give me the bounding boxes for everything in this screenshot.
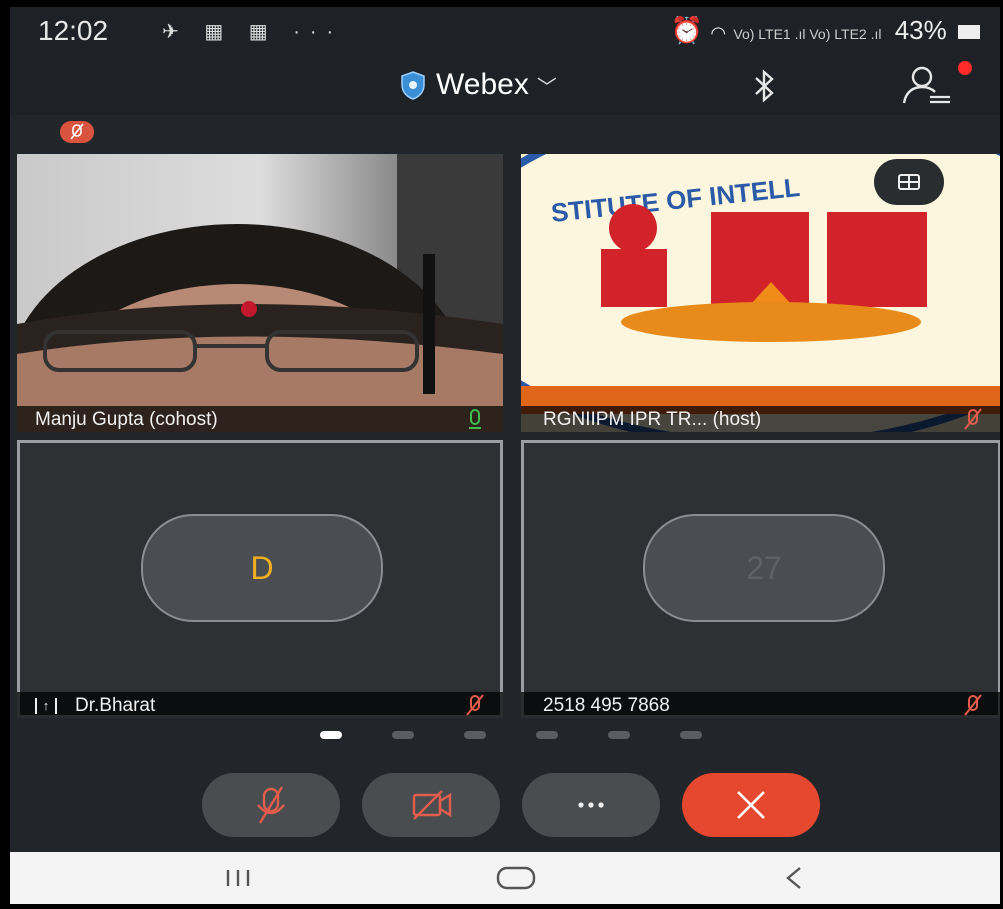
close-icon	[737, 791, 765, 819]
participant-name: Dr.Bharat	[75, 695, 156, 716]
page-dot[interactable]	[608, 731, 630, 739]
avatar-initial: 27	[746, 550, 782, 586]
mic-on-icon	[469, 409, 481, 429]
battery-level: 43%	[894, 15, 947, 45]
mute-button[interactable]	[202, 773, 340, 837]
mic-muted-icon	[964, 408, 982, 430]
video-off-icon	[412, 790, 452, 820]
mic-muted-icon	[257, 786, 285, 824]
avatar: D	[141, 514, 383, 622]
page-dot[interactable]	[680, 731, 702, 739]
page-dot[interactable]	[536, 731, 558, 739]
participant-namebar: ↑ Dr.Bharat	[17, 692, 503, 718]
page-indicator[interactable]	[320, 731, 702, 739]
avatar: 27	[643, 514, 885, 622]
more-options-button[interactable]	[522, 773, 660, 837]
bluetooth-icon[interactable]	[748, 69, 780, 103]
participant-namebar: 2518 495 7868	[521, 692, 1000, 718]
status-bar: 12:02 ✈ ▦ ▦ ··· ⏰ ◠ Vo) LTE1 .ıl Vo) LTE…	[10, 7, 1000, 55]
layout-toggle-button[interactable]	[874, 159, 944, 205]
mic-muted-icon	[466, 694, 484, 716]
participant-video	[17, 154, 503, 432]
participant-name: Manju Gupta (cohost)	[35, 409, 218, 430]
mic-muted-icon	[964, 694, 982, 716]
share-icon: ↑	[35, 697, 57, 714]
muted-indicator	[60, 121, 94, 143]
webex-meeting-screen: 12:02 ✈ ▦ ▦ ··· ⏰ ◠ Vo) LTE1 .ıl Vo) LTE…	[10, 7, 1000, 904]
network-indicator: Vo) LTE1 .ıl Vo) LTE2 .ıl	[733, 26, 882, 42]
end-call-button[interactable]	[682, 773, 820, 837]
participant-tile-rgniipm[interactable]: STITUTE OF INTELL RGNIIPM IPR TR... (hos…	[521, 154, 1000, 432]
notification-icons: ✈ ▦ ▦ ···	[162, 21, 344, 43]
participant-name-with-share: ↑ Dr.Bharat	[35, 695, 155, 717]
app-name: Webex	[436, 68, 529, 101]
grid-icon	[898, 174, 920, 190]
avatar-initial: D	[250, 550, 274, 586]
page-dot[interactable]	[320, 731, 342, 739]
participant-tile-dr-bharat[interactable]: D ↑ Dr.Bharat	[17, 440, 503, 718]
alarm-icon: ⏰	[670, 15, 704, 45]
app-menu-button[interactable]: Webex ﹀	[400, 65, 557, 105]
meeting-header: Webex ﹀	[10, 55, 1000, 115]
clock: 12:02	[38, 15, 109, 46]
participant-namebar: RGNIIPM IPR TR... (host)	[521, 406, 1000, 432]
recent-apps-icon[interactable]	[220, 866, 256, 890]
status-right: ⏰ ◠ Vo) LTE1 .ıl Vo) LTE2 .ıl 43%	[671, 15, 980, 46]
mic-muted-icon	[70, 123, 84, 140]
participants-icon[interactable]	[898, 65, 954, 107]
participant-namebar: Manju Gupta (cohost)	[17, 406, 503, 432]
participant-name: 2518 495 7868	[543, 695, 670, 716]
system-nav-bar	[10, 852, 1000, 904]
notification-badge	[958, 61, 972, 75]
home-icon[interactable]	[494, 864, 538, 892]
battery-icon	[958, 25, 980, 39]
back-icon[interactable]	[780, 864, 808, 892]
page-dot[interactable]	[392, 731, 414, 739]
participant-name: RGNIIPM IPR TR... (host)	[543, 409, 762, 430]
wifi-icon: ◠	[710, 23, 727, 43]
ellipsis-icon	[578, 802, 604, 808]
page-dot[interactable]	[464, 731, 486, 739]
video-toggle-button[interactable]	[362, 773, 500, 837]
chevron-down-icon: ﹀	[536, 76, 557, 99]
participant-tile-phone[interactable]: 27 2518 495 7868	[521, 440, 1000, 718]
participant-tile-manju-gupta[interactable]: Manju Gupta (cohost)	[17, 154, 503, 432]
shield-icon	[401, 71, 425, 100]
